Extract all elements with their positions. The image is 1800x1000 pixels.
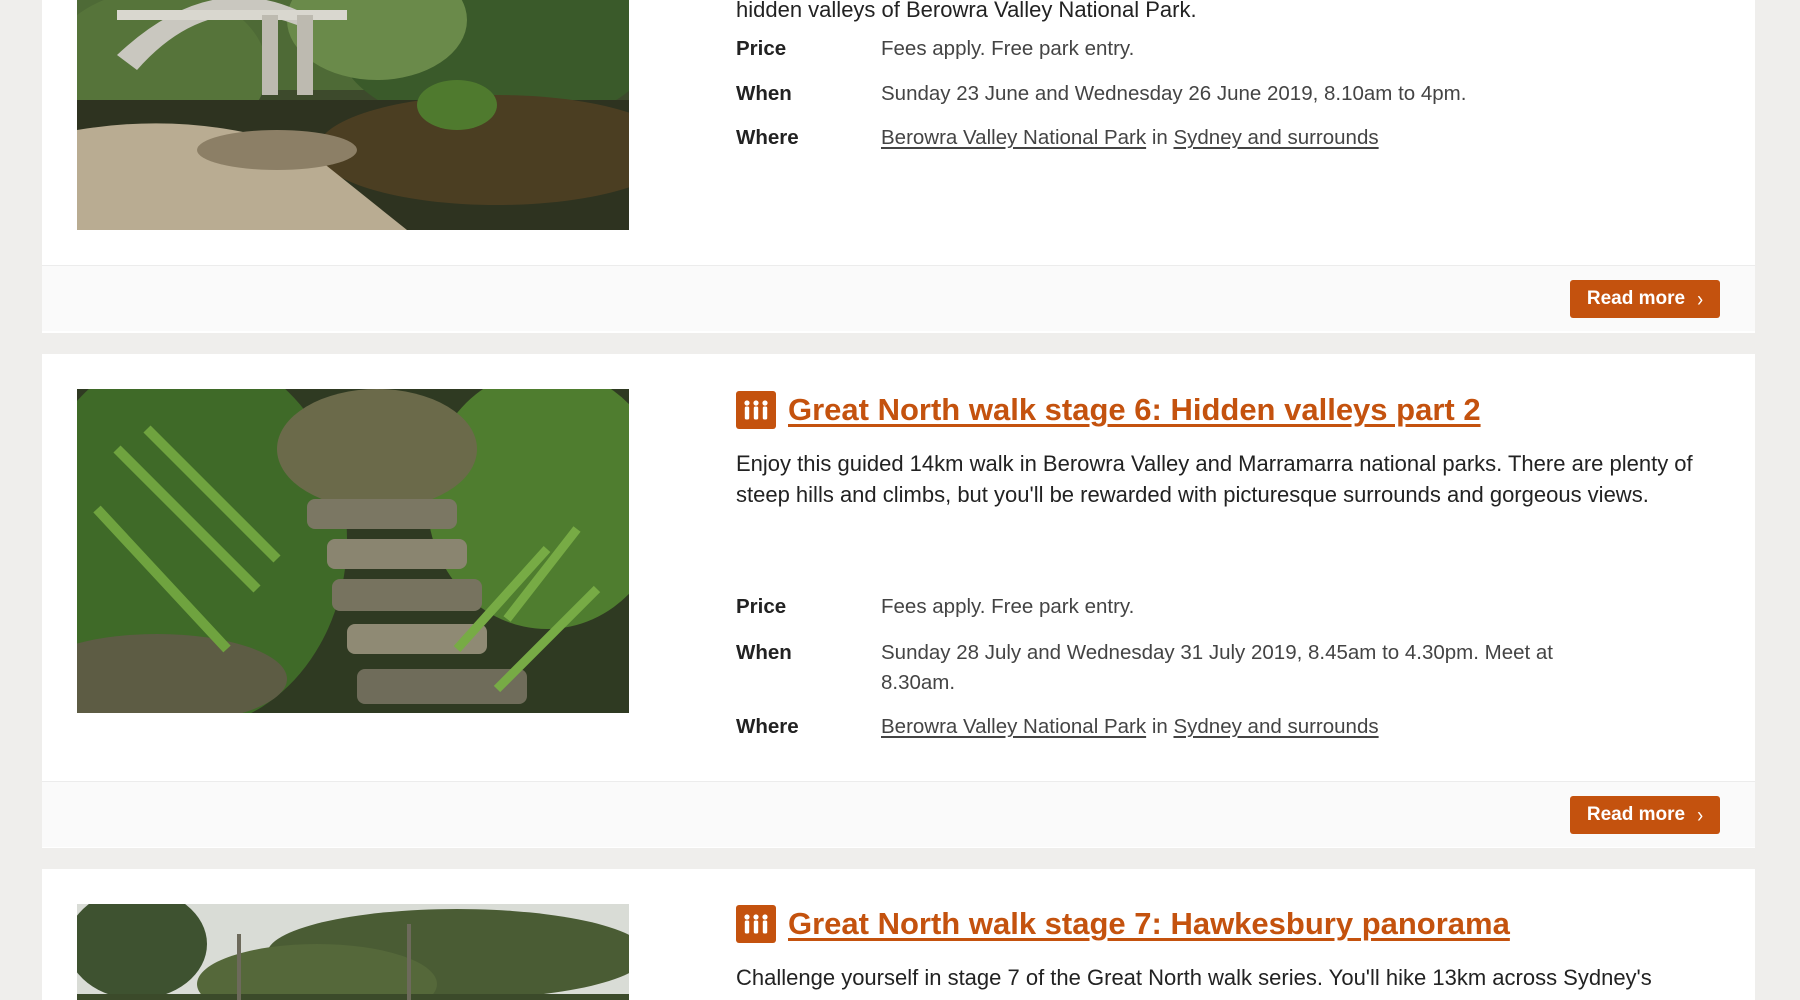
event-title-link[interactable]: Great North walk stage 6: Hidden valleys… — [788, 392, 1481, 428]
in-text: in — [1151, 126, 1168, 149]
where-label: Where — [736, 126, 799, 149]
event-location: Berowra Valley National Park in Sydney a… — [881, 712, 1581, 742]
event-title-link[interactable]: Great North walk stage 7: Hawkesbury pan… — [788, 906, 1510, 942]
event-when-row: When Sunday 23 June and Wednesday 26 Jun… — [736, 79, 1726, 109]
read-more-button[interactable]: Read more › — [1570, 796, 1720, 834]
park-link[interactable]: Berowra Valley National Park — [881, 715, 1146, 738]
event-where-row: Where Berowra Valley National Park in Sy… — [736, 123, 1726, 153]
event-price-row: Price Fees apply. Free park entry. — [736, 592, 1726, 622]
event-card: Great North walk stage 7: Hawkesbury pan… — [42, 869, 1755, 1000]
read-more-label: Read more — [1586, 804, 1686, 825]
event-description-tail: hidden valleys of Berowra Valley Nationa… — [736, 0, 1197, 22]
event-when-row: When Sunday 28 July and Wednesday 31 Jul… — [736, 638, 1726, 698]
chevron-right-icon: › — [1697, 802, 1704, 827]
region-link[interactable]: Sydney and surrounds — [1173, 126, 1378, 149]
where-label: Where — [736, 715, 799, 738]
event-title-row: Great North walk stage 7: Hawkesbury pan… — [736, 904, 1726, 944]
read-more-button[interactable]: Read more › — [1570, 280, 1720, 318]
when-label: When — [736, 641, 792, 664]
event-location: Berowra Valley National Park in Sydney a… — [881, 123, 1581, 153]
guided-walk-icon — [736, 391, 776, 429]
region-link[interactable]: Sydney and surrounds — [1173, 715, 1378, 738]
event-photo-bridge — [77, 0, 629, 230]
read-more-label: Read more — [1586, 288, 1686, 309]
when-label: When — [736, 82, 792, 105]
event-price: Fees apply. Free park entry. — [881, 595, 1135, 618]
event-description: Enjoy this guided 14km walk in Berowra V… — [736, 451, 1693, 507]
event-date: Sunday 23 June and Wednesday 26 June 201… — [881, 82, 1467, 105]
in-text: in — [1151, 715, 1168, 738]
price-label: Price — [736, 37, 787, 60]
event-list: hidden valleys of Berowra Valley Nationa… — [0, 0, 1800, 1000]
event-price-row: Price Fees apply. Free park entry. — [736, 34, 1726, 64]
card-footer: Read more › — [42, 781, 1755, 847]
event-description: Challenge yourself in stage 7 of the Gre… — [736, 965, 1652, 990]
event-where-row: Where Berowra Valley National Park in Sy… — [736, 712, 1726, 742]
event-photo-steps — [77, 389, 629, 713]
event-date: Sunday 28 July and Wednesday 31 July 201… — [881, 641, 1553, 694]
guided-walk-icon — [736, 905, 776, 943]
park-link[interactable]: Berowra Valley National Park — [881, 126, 1146, 149]
event-title-row: Great North walk stage 6: Hidden valleys… — [736, 390, 1726, 430]
event-photo-panorama — [77, 904, 629, 1000]
event-card: hidden valleys of Berowra Valley Nationa… — [42, 0, 1755, 333]
event-card: Great North walk stage 6: Hidden valleys… — [42, 354, 1755, 848]
card-footer: Read more › — [42, 265, 1755, 331]
event-price: Fees apply. Free park entry. — [881, 37, 1135, 60]
chevron-right-icon: › — [1697, 286, 1704, 311]
price-label: Price — [736, 595, 787, 618]
